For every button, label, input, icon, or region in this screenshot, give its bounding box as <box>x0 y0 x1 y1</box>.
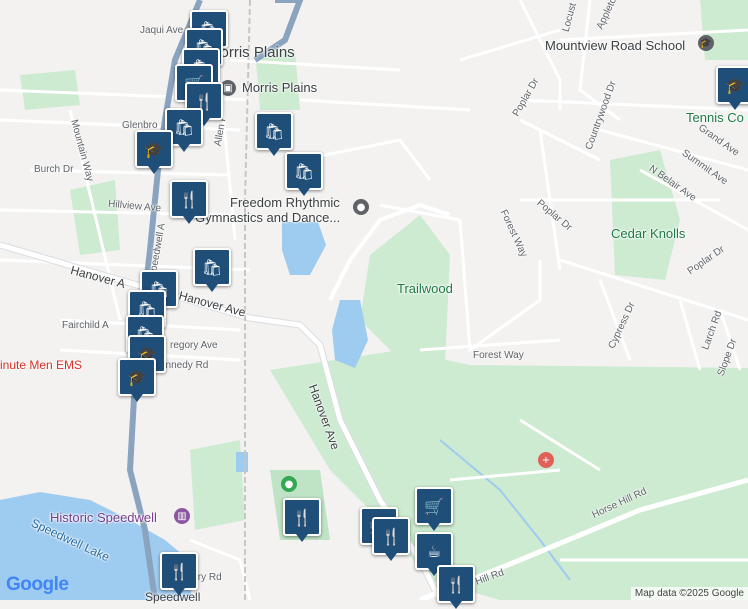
marker-restaurant-5[interactable]: 🍴 <box>160 552 198 596</box>
google-logo-text: Google <box>6 574 69 595</box>
marker-grocery-cart-3[interactable]: 🛒 <box>415 487 453 531</box>
place-label-historic-speedwell: Historic Speedwell <box>50 510 157 525</box>
marker-shopping-bag-7[interactable]: 🛍 <box>193 248 231 292</box>
restaurant-icon: 🍴 <box>292 507 312 527</box>
street-label-forest-way: Forest Way <box>473 350 524 361</box>
gymnastics-place-icon[interactable]: ● <box>353 199 369 215</box>
coffee-icon: ☕ <box>426 541 442 561</box>
place-label-trailwood: Trailwood <box>397 281 453 296</box>
shopping-bag-icon: 🛍 <box>263 121 285 141</box>
school-icon[interactable]: 🎓 <box>698 35 714 51</box>
place-label-mountview-school: Mountview Road School <box>545 38 686 53</box>
street-label-fairchild: Fairchild A <box>62 320 109 331</box>
hospital-icon[interactable]: + <box>538 452 554 468</box>
restaurant-icon: 🍴 <box>179 189 199 209</box>
place-label-cedar-knolls: Cedar Knolls <box>611 226 686 241</box>
marker-restaurant-2[interactable]: 🍴 <box>170 180 208 224</box>
education-icon: 🎓 <box>144 139 164 159</box>
education-icon: 🎓 <box>725 75 745 95</box>
marker-shopping-bag-6[interactable]: 🛍 <box>285 152 323 196</box>
shopping-bag-icon: 🛍 <box>293 161 315 181</box>
restaurant-icon: 🍴 <box>446 574 466 594</box>
place-label-minute-men-ems: inute Men EMS <box>0 358 83 372</box>
grocery-cart-icon: 🛒 <box>424 496 444 516</box>
place-label-tennis-court: Tennis Co <box>686 110 744 125</box>
marker-shopping-bag-5[interactable]: 🛍 <box>255 112 293 156</box>
google-logo: Google <box>6 574 69 596</box>
street-label-gregory: regory Ave <box>170 340 218 351</box>
marker-restaurant-3[interactable]: 🍴 <box>283 498 321 542</box>
station-label-morris-plains: Morris Plains <box>242 80 318 95</box>
street-label-jaqui: Jaqui Ave <box>140 25 184 36</box>
pond-small <box>236 452 248 472</box>
education-icon: 🎓 <box>127 367 147 387</box>
place-label-freedom-line1: Freedom Rhythmic <box>230 195 340 210</box>
museum-icon[interactable]: ▥ <box>174 508 190 524</box>
shopping-bag-icon: 🛍 <box>201 257 223 277</box>
map-attribution[interactable]: Map data ©2025 Google <box>630 587 748 600</box>
shopping-bag-icon: 🛍 <box>173 117 195 137</box>
street-label-kennedy: ennedy Rd <box>160 360 209 371</box>
place-label-freedom-line2: Gymnastics and Dance... <box>195 210 341 225</box>
marker-education-1[interactable]: 🎓 <box>135 130 173 174</box>
marker-restaurant-4[interactable]: 🍴 <box>372 517 410 561</box>
marker-education-3[interactable]: 🎓 <box>118 358 156 402</box>
marker-restaurant-6[interactable]: 🍴 <box>437 565 475 609</box>
park-pin-icon[interactable]: ● <box>281 476 297 492</box>
street-label-burch: Burch Dr <box>34 164 74 175</box>
restaurant-icon: 🍴 <box>169 561 189 581</box>
restaurant-icon: 🍴 <box>381 526 401 546</box>
marker-education-tennis[interactable]: 🎓 <box>716 66 748 110</box>
